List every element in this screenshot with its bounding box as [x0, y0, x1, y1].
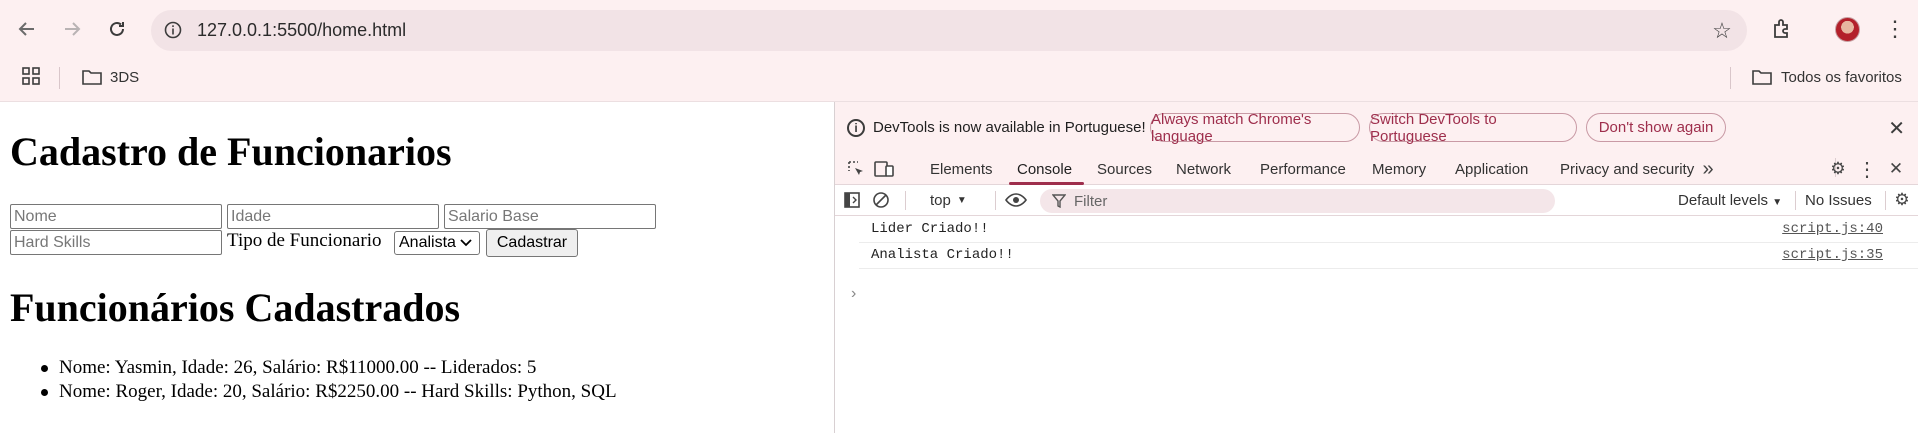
bookmark-folder-3ds[interactable]: 3DS — [82, 64, 139, 90]
console-log-row: Analista Criado!! script.js:35 — [835, 242, 1918, 268]
close-icon[interactable]: ✕ — [1888, 116, 1905, 141]
all-bookmarks-label: Todos os favoritos — [1781, 68, 1902, 86]
tab-sources[interactable]: Sources — [1097, 161, 1152, 178]
chevron-down-icon — [460, 239, 472, 247]
hard-skills-input[interactable] — [10, 230, 222, 255]
toolbar-divider — [1795, 191, 1796, 210]
console-log-row: Lider Criado!! script.js:40 — [835, 216, 1918, 242]
tab-network[interactable]: Network — [1176, 161, 1231, 178]
list-item: Nome: Roger, Idade: 20, Salário: R$2250.… — [41, 380, 617, 404]
cadastrar-button[interactable]: Cadastrar — [486, 229, 578, 257]
log-levels-label: Default levels — [1678, 192, 1769, 209]
back-icon[interactable] — [12, 14, 42, 44]
tab-elements[interactable]: Elements — [930, 161, 993, 178]
filter-placeholder: Filter — [1074, 192, 1108, 210]
tab-privacy-security[interactable]: Privacy and security — [1560, 161, 1694, 178]
devtools-tab-strip: Elements Console Sources Network Perform… — [835, 152, 1918, 185]
folder-icon — [82, 70, 102, 85]
bookmark-folder-label: 3DS — [110, 68, 140, 86]
employee-list: Nome: Yasmin, Idade: 26, Salário: R$1100… — [41, 356, 617, 404]
reload-icon[interactable] — [102, 14, 132, 44]
context-selector[interactable]: top ▼ — [930, 192, 967, 209]
console-toolbar: top ▼ Filter Default levels ▼ No Issues … — [835, 185, 1918, 216]
inspect-element-icon[interactable] — [845, 158, 867, 180]
infobar-message: DevTools is now available in Portuguese! — [873, 119, 1146, 136]
tab-performance[interactable]: Performance — [1260, 161, 1346, 178]
page-viewport: Cadastro de Funcionarios Tipo de Funcion… — [0, 102, 834, 433]
dropdown-triangle-icon: ▼ — [1772, 197, 1783, 208]
forward-icon[interactable] — [57, 14, 87, 44]
tab-memory[interactable]: Memory — [1372, 161, 1426, 178]
url-text[interactable]: 127.0.0.1:5500/home.html — [197, 20, 406, 41]
toolbar-divider — [995, 191, 996, 210]
dropdown-triangle-icon: ▼ — [956, 195, 967, 206]
log-message: Analista Criado!! — [871, 247, 1014, 263]
bookmark-star-icon[interactable]: ☆ — [1707, 16, 1737, 46]
all-bookmarks-folder[interactable]: Todos os favoritos — [1752, 64, 1902, 90]
browser-toolbar: 127.0.0.1:5500/home.html ☆ ⋮ — [0, 0, 1918, 61]
folder-icon — [1752, 70, 1772, 85]
log-source-link[interactable]: script.js:35 — [1782, 247, 1883, 263]
nome-input[interactable] — [10, 204, 222, 229]
log-divider — [859, 268, 1918, 269]
issues-counter[interactable]: No Issues — [1805, 192, 1872, 209]
sidebar-toggle-icon[interactable] — [841, 189, 863, 211]
log-levels-dropdown[interactable]: Default levels ▼ — [1678, 192, 1782, 209]
chrome-menu-icon[interactable]: ⋮ — [1880, 14, 1910, 44]
profile-avatar[interactable] — [1835, 17, 1860, 42]
tab-application[interactable]: Application — [1455, 161, 1528, 178]
log-message: Lider Criado!! — [871, 221, 989, 237]
bookmarks-divider-right — [1730, 67, 1731, 89]
switch-to-portuguese-button[interactable]: Switch DevTools to Portuguese — [1369, 111, 1577, 145]
filter-funnel-icon — [1052, 194, 1066, 208]
apps-grid-icon[interactable] — [21, 66, 41, 91]
always-match-language-button[interactable]: Always match Chrome's language — [1150, 111, 1360, 145]
toolbar-divider — [905, 191, 906, 210]
salario-base-input[interactable] — [444, 204, 656, 229]
bookmarks-divider — [59, 67, 60, 89]
page-title: Cadastro de Funcionarios — [10, 129, 452, 174]
list-item: Nome: Yasmin, Idade: 26, Salário: R$1100… — [41, 356, 617, 380]
tipo-funcionario-select[interactable]: Analista — [394, 231, 480, 255]
clear-console-icon[interactable] — [870, 189, 892, 211]
devtools-panel: i DevTools is now available in Portugues… — [834, 102, 1918, 433]
context-value: top — [930, 192, 951, 209]
log-source-link[interactable]: script.js:40 — [1782, 221, 1883, 237]
device-toolbar-icon[interactable] — [873, 158, 895, 180]
section-title: Funcionários Cadastrados — [10, 285, 461, 330]
toolbar-divider — [1885, 191, 1886, 210]
site-info-icon[interactable] — [161, 18, 185, 42]
tipo-selected-value: Analista — [399, 234, 456, 251]
console-prompt-chevron-icon[interactable]: › — [851, 285, 856, 303]
console-filter-input[interactable]: Filter — [1040, 189, 1555, 213]
extensions-icon[interactable] — [1767, 14, 1797, 44]
live-expression-eye-icon[interactable] — [1005, 189, 1027, 211]
bookmarks-bar — [0, 61, 1918, 102]
language-infobar: i DevTools is now available in Portugues… — [835, 102, 1918, 152]
tipo-funcionario-label: Tipo de Funcionario — [227, 230, 382, 251]
info-icon: i — [847, 119, 865, 137]
close-devtools-icon[interactable]: ✕ — [1885, 158, 1907, 180]
idade-input[interactable] — [227, 204, 439, 229]
settings-gear-icon[interactable]: ⚙ — [1827, 158, 1849, 180]
address-bar[interactable]: 127.0.0.1:5500/home.html ☆ — [151, 10, 1747, 51]
dont-show-again-button[interactable]: Don't show again — [1586, 113, 1726, 142]
tab-console[interactable]: Console — [1017, 161, 1072, 178]
devtools-menu-icon[interactable]: ⋮ — [1856, 158, 1878, 181]
console-settings-gear-icon[interactable]: ⚙ — [1891, 189, 1913, 211]
more-tabs-icon[interactable]: » — [1697, 158, 1719, 180]
